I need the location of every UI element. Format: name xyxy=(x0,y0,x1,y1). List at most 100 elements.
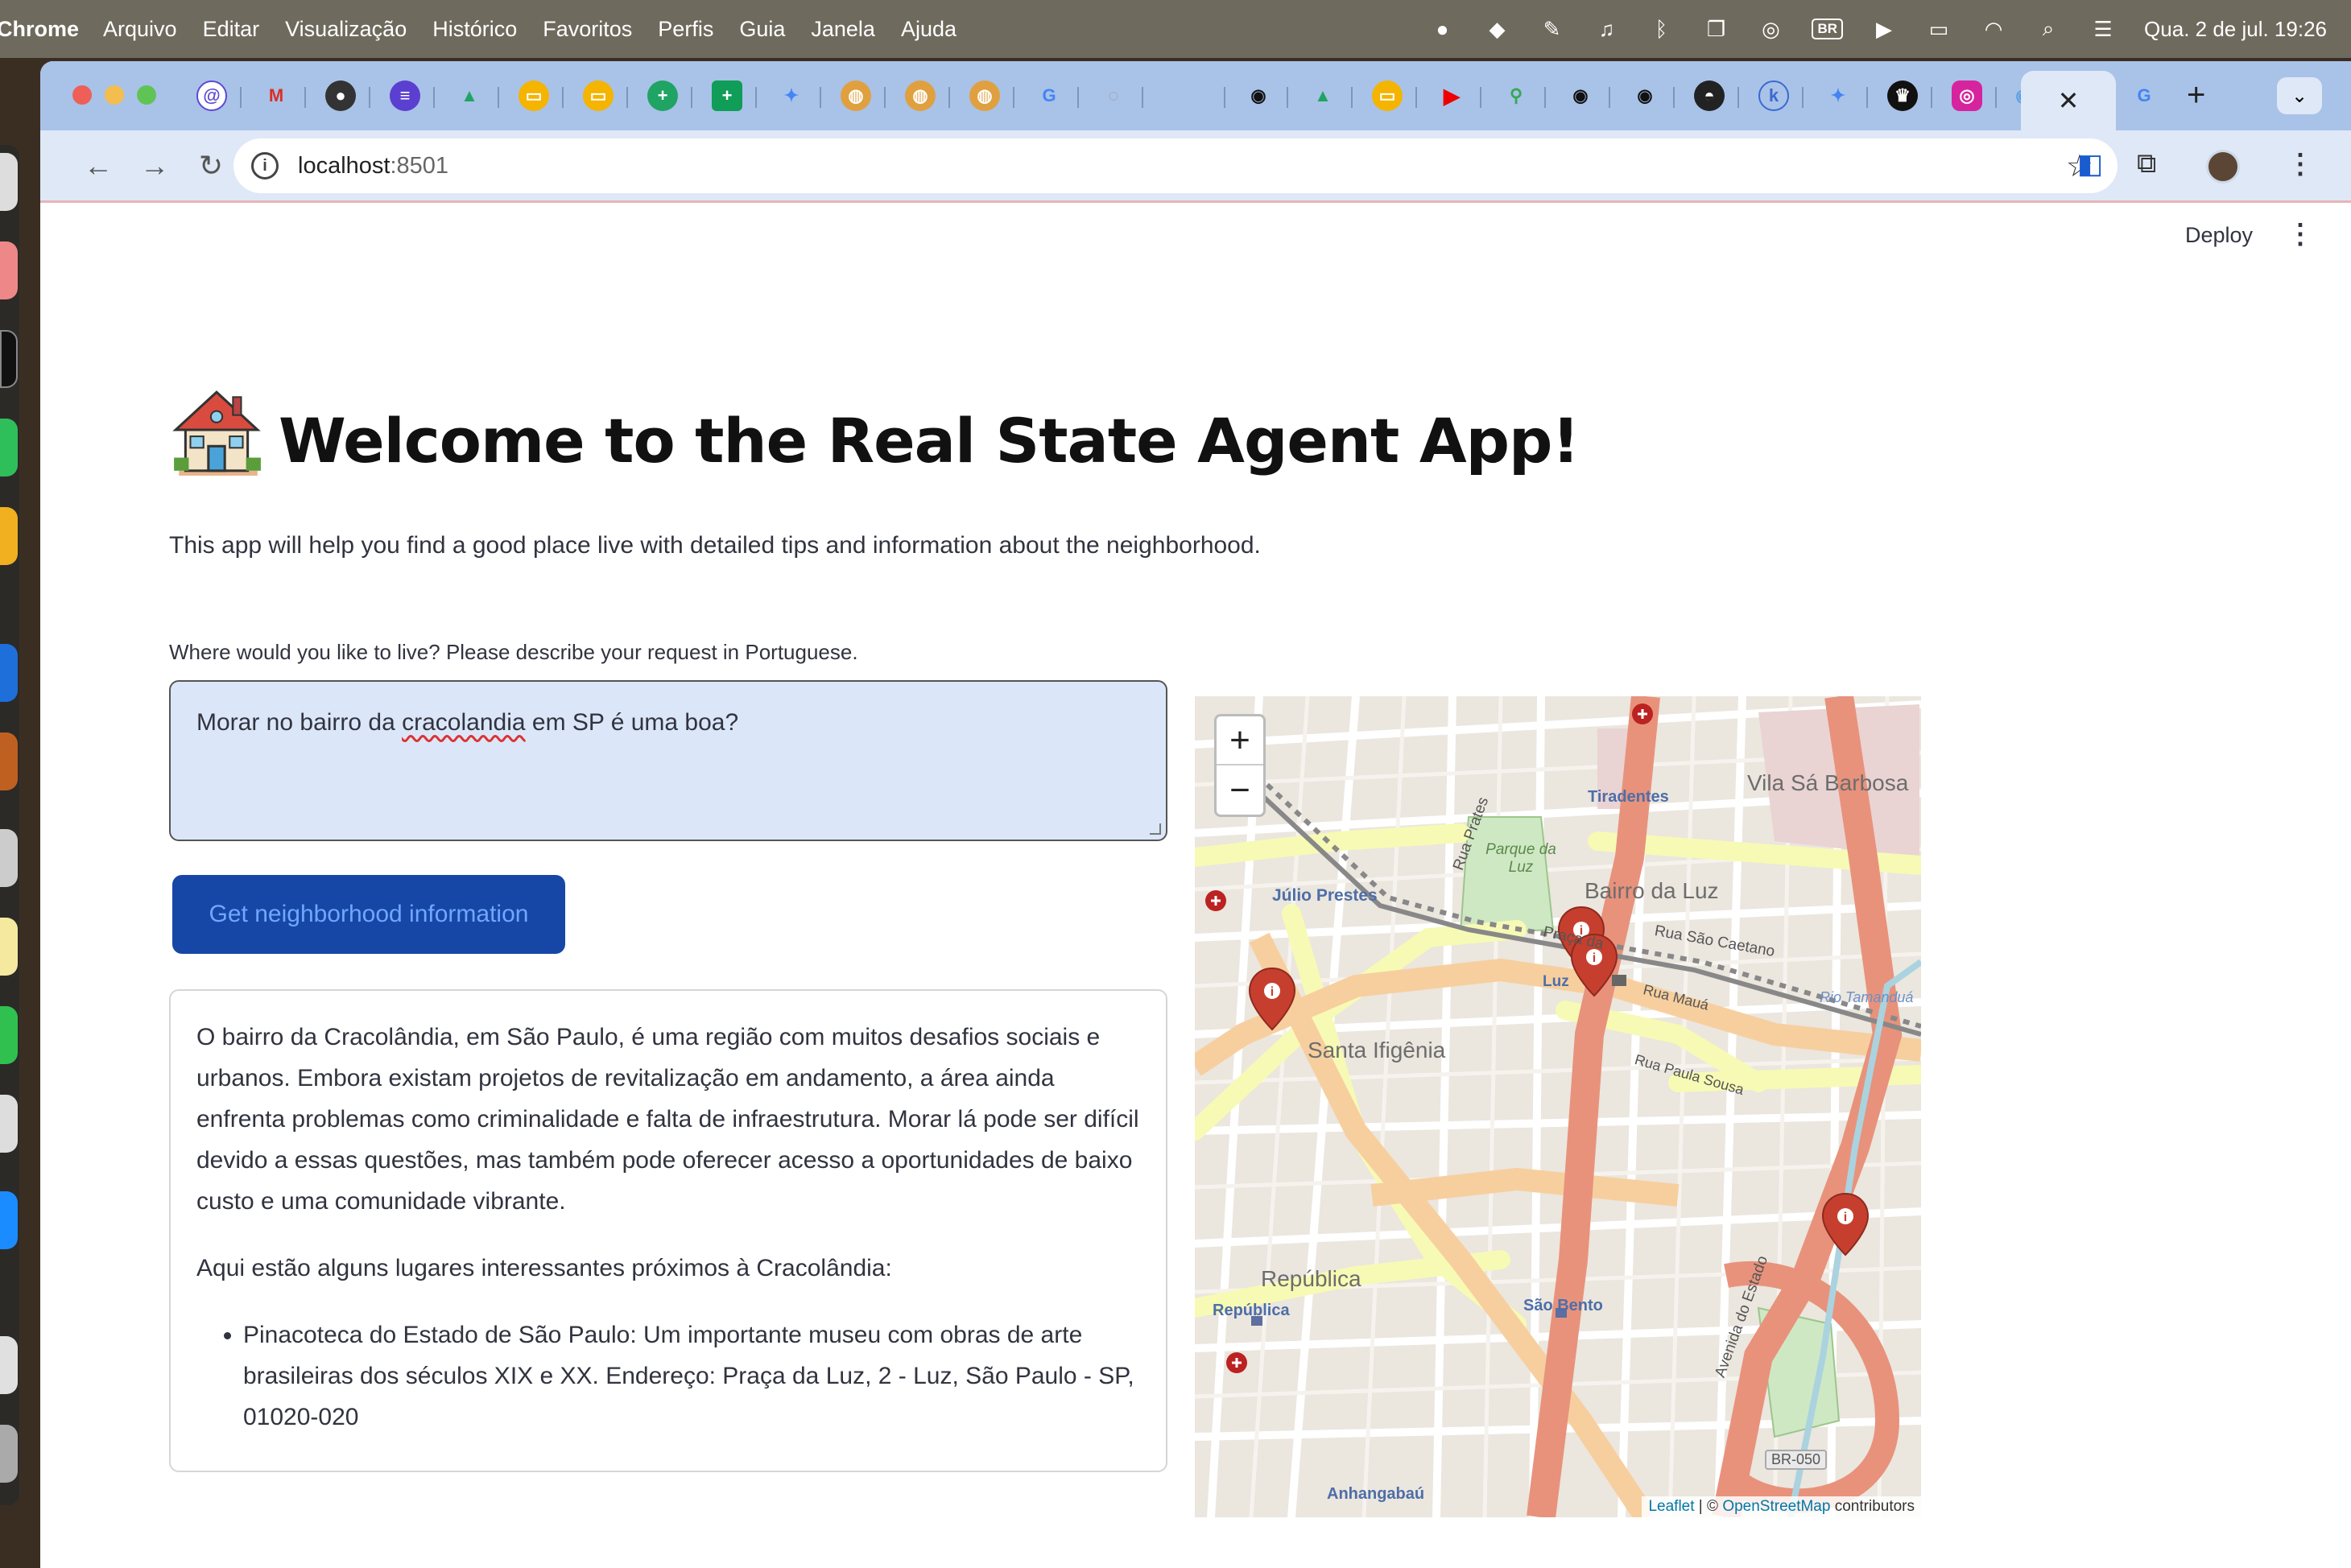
tab-search-button[interactable]: ⌄ xyxy=(2277,77,2322,114)
dock-app-icon[interactable] xyxy=(0,732,18,790)
menu-editar[interactable]: Editar xyxy=(203,17,260,42)
app-menu-icon[interactable]: ⋮ xyxy=(2287,218,2314,250)
hospital-marker-icon[interactable] xyxy=(1632,704,1653,724)
active-tab[interactable]: ✕ xyxy=(2021,71,2116,130)
dock-app-icon[interactable] xyxy=(0,419,18,477)
dock-app-icon[interactable] xyxy=(0,644,18,702)
tab-favicon-icon[interactable]: ♛ xyxy=(1887,80,1918,111)
menubar-app-name[interactable]: Chrome xyxy=(0,17,79,42)
slides-tab-icon[interactable]: ▭ xyxy=(583,80,614,111)
menu-arquivo[interactable]: Arquivo xyxy=(103,17,177,42)
dock-trash-icon[interactable] xyxy=(0,1425,18,1483)
tab-favicon-icon[interactable]: + xyxy=(647,80,678,111)
resize-grip-icon[interactable] xyxy=(1150,823,1161,835)
dock-app-icon[interactable] xyxy=(0,241,18,299)
site-info-icon[interactable]: i xyxy=(251,152,279,179)
close-tab-icon[interactable]: ✕ xyxy=(2058,85,2080,116)
control-center-icon[interactable]: ☰ xyxy=(2089,17,2117,41)
airdrop-icon[interactable]: ◎ xyxy=(1757,17,1784,41)
url-port: :8501 xyxy=(390,152,449,179)
menu-guia[interactable]: Guia xyxy=(739,17,785,42)
profile-avatar[interactable] xyxy=(2206,150,2240,184)
wifi-icon[interactable]: ◠ xyxy=(1980,17,2007,41)
house-emoji-icon xyxy=(172,390,261,476)
globe-tab-icon[interactable]: ◌ xyxy=(1098,80,1129,111)
leaflet-link[interactable]: Leaflet xyxy=(1648,1498,1694,1515)
get-neighborhood-info-button[interactable]: Get neighborhood information xyxy=(172,875,565,954)
github-tab-icon[interactable]: ◉ xyxy=(1630,80,1660,111)
dock-app-icon[interactable] xyxy=(0,918,18,976)
battery-icon[interactable]: ▭ xyxy=(1925,17,1952,41)
dock-app-icon[interactable] xyxy=(0,1095,18,1153)
drive-tab-icon[interactable]: ▲ xyxy=(454,80,485,111)
page-subtitle: This app will help you find a good place… xyxy=(169,532,1261,559)
input-source-badge[interactable]: BR xyxy=(1812,19,1844,39)
gmail-tab-icon[interactable]: M xyxy=(261,80,291,111)
zoom-out-button[interactable]: − xyxy=(1217,765,1263,815)
google-tab-icon[interactable]: G xyxy=(1034,80,1064,111)
menu-visualizacao[interactable]: Visualização xyxy=(285,17,407,42)
back-button[interactable]: ← xyxy=(77,145,119,187)
house-chimney xyxy=(232,396,242,416)
url-text[interactable]: localhost:8501 xyxy=(298,153,448,179)
neighborhood-map[interactable]: i i i i Tiradentes Vila Sá Barbosa Bairr… xyxy=(1195,696,1921,1517)
headphones-icon[interactable]: ♫ xyxy=(1593,17,1620,41)
drive-tab-icon[interactable]: ▲ xyxy=(1308,80,1338,111)
menu-janela[interactable]: Janela xyxy=(811,17,875,42)
tab-favicon-icon[interactable]: k xyxy=(1758,80,1789,111)
close-window-icon[interactable] xyxy=(72,85,92,105)
hospital-marker-icon[interactable] xyxy=(1226,1352,1247,1373)
tab-favicon-icon[interactable]: @ xyxy=(196,80,227,111)
slides-tab-icon[interactable]: ▭ xyxy=(519,80,549,111)
zoom-in-button[interactable]: + xyxy=(1217,716,1263,765)
tab-favicon-icon[interactable]: ◍ xyxy=(841,80,871,111)
github-tab-icon[interactable]: ◉ xyxy=(1565,80,1596,111)
openstreetmap-link[interactable]: OpenStreetMap xyxy=(1722,1498,1830,1515)
dock-app-icon[interactable] xyxy=(0,1191,18,1249)
extension-icon[interactable]: ◧ xyxy=(2077,148,2103,180)
request-textarea[interactable]: Morar no bairro da cracolandia em SP é u… xyxy=(169,680,1167,841)
github-tab-icon[interactable]: ◉ xyxy=(1243,80,1274,111)
windows-icon[interactable]: ❐ xyxy=(1702,17,1729,41)
youtube-tab-icon[interactable]: ▶ xyxy=(1436,80,1467,111)
maps-tab-icon[interactable]: ⚲ xyxy=(1501,80,1531,111)
chrome-menu-icon[interactable]: ⋮ xyxy=(2287,148,2314,180)
dock-app-icon[interactable] xyxy=(0,1336,18,1394)
minimize-window-icon[interactable] xyxy=(105,85,124,105)
menu-ajuda[interactable]: Ajuda xyxy=(901,17,957,42)
tab-favicon-icon[interactable]: ◍ xyxy=(905,80,936,111)
maximize-window-icon[interactable] xyxy=(137,85,156,105)
extensions-puzzle-icon[interactable]: ⧉ xyxy=(2137,148,2156,179)
gemini-tab-icon[interactable]: ✦ xyxy=(1823,80,1853,111)
dock-app-icon[interactable] xyxy=(0,829,18,887)
tab-favicon-icon[interactable]: ≡ xyxy=(390,80,420,111)
zoom-icon[interactable]: ● xyxy=(1428,17,1456,41)
sheets-tab-icon[interactable]: + xyxy=(712,80,742,111)
dock-app-icon[interactable] xyxy=(0,1006,18,1064)
new-tab-button[interactable]: + xyxy=(2187,77,2205,113)
tab-favicon-icon[interactable]: ◓ xyxy=(1694,80,1725,111)
play-icon[interactable]: ▶ xyxy=(1870,17,1898,41)
gemini-tab-icon[interactable]: ✦ xyxy=(776,80,807,111)
bluetooth-icon[interactable]: ᛒ xyxy=(1647,17,1675,41)
spotlight-search-icon[interactable]: ⌕ xyxy=(2035,16,2062,41)
menu-historico[interactable]: Histórico xyxy=(432,17,517,42)
reload-button[interactable]: ↻ xyxy=(190,145,232,187)
dropbox-icon[interactable]: ◆ xyxy=(1483,17,1510,41)
dock-app-icon[interactable] xyxy=(0,330,18,388)
tab-favicon-icon[interactable]: ◍ xyxy=(969,80,1000,111)
signature-icon[interactable]: ✎ xyxy=(1538,17,1565,41)
hospital-marker-icon[interactable] xyxy=(1205,890,1226,911)
menu-perfis[interactable]: Perfis xyxy=(658,17,713,42)
slides-tab-icon[interactable]: ▭ xyxy=(1372,80,1403,111)
dock-app-icon[interactable] xyxy=(0,507,18,565)
tab-favicon-icon[interactable]: ● xyxy=(325,80,356,111)
google-tab-icon[interactable]: G xyxy=(2129,80,2159,111)
deploy-button[interactable]: Deploy xyxy=(2185,223,2253,248)
dock-app-icon[interactable] xyxy=(0,153,18,211)
menu-favoritos[interactable]: Favoritos xyxy=(543,17,632,42)
forward-button[interactable]: → xyxy=(134,145,176,187)
address-bar[interactable]: i localhost:8501 ☆ xyxy=(233,138,2118,193)
instagram-tab-icon[interactable]: ◎ xyxy=(1952,80,1982,111)
menubar-clock[interactable]: Qua. 2 de jul. 19:26 xyxy=(2144,17,2327,42)
